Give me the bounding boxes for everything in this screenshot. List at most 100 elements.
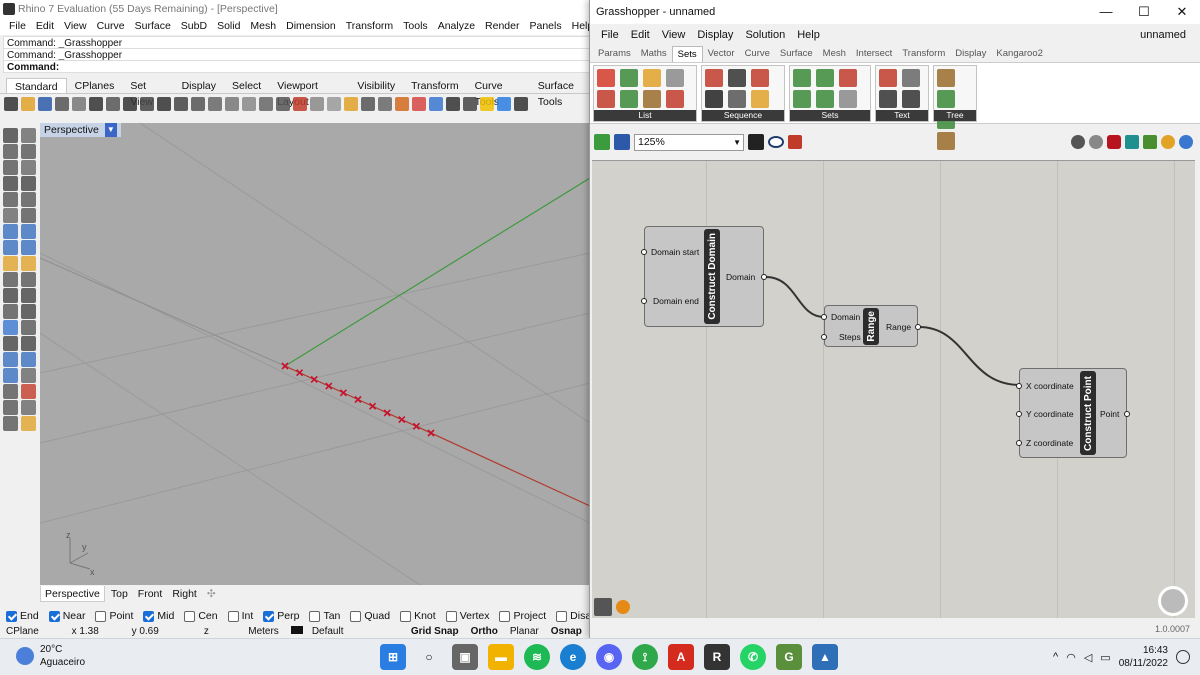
- wire-range-to-x-coordinate[interactable]: [918, 326, 1021, 386]
- osnap-point-checkbox[interactable]: [95, 610, 107, 622]
- menu-tools[interactable]: Tools: [398, 18, 433, 35]
- side-tool-11-icon[interactable]: [3, 208, 18, 223]
- menu-panels[interactable]: Panels: [525, 18, 567, 35]
- osnap-quad[interactable]: Quad: [350, 610, 390, 622]
- osnap-end-checkbox[interactable]: [6, 610, 17, 622]
- osnap-vertex-checkbox[interactable]: [445, 610, 457, 622]
- osnap-project-checkbox[interactable]: [499, 610, 511, 622]
- globe-icon[interactable]: [1179, 135, 1193, 149]
- side-tool-19-icon[interactable]: [3, 272, 18, 287]
- grasshopper-app-icon[interactable]: G: [776, 644, 802, 670]
- side-tool-6-icon[interactable]: [21, 160, 36, 175]
- gh-menu-solution[interactable]: Solution: [739, 26, 791, 44]
- status-indicator-icon[interactable]: [616, 600, 630, 614]
- standard-tool-8-icon[interactable]: [123, 97, 137, 111]
- speaker-icon[interactable]: ◁: [1084, 651, 1092, 664]
- perspective-viewport[interactable]: z y x Perspective ▼: [40, 123, 590, 585]
- domain-end-input-pin[interactable]: [641, 298, 647, 304]
- toolbar-tab-visibility[interactable]: Visibility: [349, 78, 403, 93]
- standard-tool-19-icon[interactable]: [310, 97, 324, 111]
- status-cplane[interactable]: CPlane: [0, 625, 45, 638]
- app-leaf-icon[interactable]: ⟟: [632, 644, 658, 670]
- gh-tab-maths[interactable]: Maths: [636, 46, 672, 62]
- brush-icon[interactable]: [788, 135, 802, 149]
- tree-component-2-icon[interactable]: [937, 90, 955, 108]
- tree-component-1-icon[interactable]: [937, 69, 955, 87]
- document-preview-icon[interactable]: [1161, 135, 1175, 149]
- discord-icon[interactable]: ◉: [596, 644, 622, 670]
- side-tool-10-icon[interactable]: [21, 192, 36, 207]
- side-tool-12-icon[interactable]: [21, 208, 36, 223]
- gh-tab-vector[interactable]: Vector: [703, 46, 740, 62]
- osnap-cen[interactable]: Cen: [184, 610, 218, 622]
- text-component-3-icon[interactable]: [879, 90, 897, 108]
- range-output-pin[interactable]: [915, 324, 921, 330]
- add-viewport-tab-icon[interactable]: ✣: [203, 586, 220, 602]
- gh-tab-sets[interactable]: Sets: [671, 46, 703, 62]
- side-tool-14-icon[interactable]: [21, 224, 36, 239]
- ribbon-group-label-text[interactable]: Text: [876, 110, 928, 121]
- range-domain-input-pin[interactable]: [821, 314, 827, 320]
- osnap-perp[interactable]: Perp: [263, 610, 299, 622]
- side-tool-30-icon[interactable]: [21, 352, 36, 367]
- menu-analyze[interactable]: Analyze: [433, 18, 480, 35]
- point-marker[interactable]: [369, 402, 377, 410]
- standard-tool-10-icon[interactable]: [157, 97, 171, 111]
- toolbar-tab-viewport-layout[interactable]: Viewport Layout: [269, 78, 349, 108]
- gh-tab-params[interactable]: Params: [593, 46, 636, 62]
- menu-view[interactable]: View: [59, 18, 92, 35]
- adobe-acrobat-icon[interactable]: A: [668, 644, 694, 670]
- toolbar-tab-select[interactable]: Select: [224, 78, 269, 93]
- standard-tool-29-icon[interactable]: [480, 97, 494, 111]
- sequence-component-3-icon[interactable]: [751, 69, 769, 87]
- status-layer[interactable]: Default: [285, 625, 405, 638]
- osnap-end[interactable]: End: [6, 610, 39, 622]
- preview-eye-icon[interactable]: [768, 136, 784, 148]
- osnap-cen-checkbox[interactable]: [184, 610, 196, 622]
- standard-tool-14-icon[interactable]: [225, 97, 239, 111]
- osnap-perp-checkbox[interactable]: [263, 610, 275, 622]
- standard-tool-17-icon[interactable]: [276, 97, 290, 111]
- side-tool-26-icon[interactable]: [21, 320, 36, 335]
- sequence-component-1-icon[interactable]: [705, 69, 723, 87]
- standard-tool-31-icon[interactable]: [514, 97, 528, 111]
- gh-tab-mesh[interactable]: Mesh: [818, 46, 851, 62]
- battery-icon[interactable]: ▭: [1100, 651, 1110, 664]
- menu-file[interactable]: File: [4, 18, 31, 35]
- wire-domain-to-range[interactable]: [765, 276, 825, 318]
- side-tool-25-icon[interactable]: [3, 320, 18, 335]
- ribbon-group-label-tree[interactable]: Tree: [934, 110, 976, 121]
- zoom-level-select[interactable]: 125% ▼: [634, 133, 744, 151]
- side-tool-2-icon[interactable]: [21, 128, 36, 143]
- sets-component-5-icon[interactable]: [816, 90, 834, 108]
- domain-output-pin[interactable]: [761, 274, 767, 280]
- start-menu-icon[interactable]: ⊞: [380, 644, 406, 670]
- side-tool-31-icon[interactable]: [3, 368, 18, 383]
- notifications-icon[interactable]: [1176, 650, 1190, 664]
- standard-tool-16-icon[interactable]: [259, 97, 273, 111]
- sets-component-4-icon[interactable]: [793, 90, 811, 108]
- side-tool-8-icon[interactable]: [21, 176, 36, 191]
- osnap-tan[interactable]: Tan: [309, 610, 340, 622]
- rhino-app-icon[interactable]: R: [704, 644, 730, 670]
- osnap-int[interactable]: Int: [227, 610, 253, 622]
- gh-menu-help[interactable]: Help: [791, 26, 826, 44]
- side-tool-16-icon[interactable]: [21, 240, 36, 255]
- sequence-component-2-icon[interactable]: [728, 69, 746, 87]
- standard-tool-6-icon[interactable]: [89, 97, 103, 111]
- grasshopper-canvas[interactable]: Domain start Domain end Construct Domain…: [592, 160, 1195, 618]
- osnap-mid[interactable]: Mid: [143, 610, 174, 622]
- list-component-8-icon[interactable]: [666, 90, 684, 108]
- text-component-1-icon[interactable]: [879, 69, 897, 87]
- osnap-knot-checkbox[interactable]: [400, 610, 412, 622]
- gh-tab-surface[interactable]: Surface: [775, 46, 818, 62]
- side-tool-23-icon[interactable]: [3, 304, 18, 319]
- domain-start-input-pin[interactable]: [641, 249, 647, 255]
- list-component-1-icon[interactable]: [597, 69, 615, 87]
- file-explorer-icon[interactable]: ▬: [488, 644, 514, 670]
- z-coordinate-input-pin[interactable]: [1016, 440, 1022, 446]
- point-marker[interactable]: [310, 375, 318, 383]
- search-icon[interactable]: ○: [416, 644, 442, 670]
- standard-tool-28-icon[interactable]: [463, 97, 477, 111]
- menu-solid[interactable]: Solid: [212, 18, 245, 35]
